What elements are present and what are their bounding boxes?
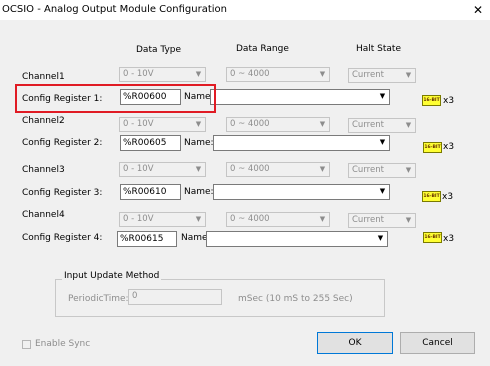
- channel-1-label: Channel1: [22, 72, 65, 82]
- chevron-down-icon: ▼: [405, 216, 412, 224]
- periodic-time-input[interactable]: 0: [128, 289, 222, 305]
- 16-bit-badge: 16-BIT: [423, 232, 442, 243]
- multiplier-1: x3: [443, 96, 455, 106]
- chevron-down-icon: ▼: [319, 215, 326, 223]
- chevron-down-icon: ▼: [405, 71, 412, 79]
- config-register-4-input[interactable]: %R00615: [117, 231, 177, 247]
- periodic-time-label: PeriodicTime:: [68, 294, 129, 304]
- enable-sync-label: Enable Sync: [35, 339, 91, 349]
- periodic-time-units: mSec (10 mS to 255 Sec): [238, 294, 353, 304]
- config-register-3-label: Config Register 3:: [22, 188, 103, 198]
- multiplier-4: x3: [443, 234, 455, 244]
- config-register-3-input[interactable]: %R00610: [120, 184, 181, 200]
- chevron-down-icon: ▼: [319, 165, 326, 173]
- chevron-down-icon: ▼: [319, 70, 326, 78]
- multiplier-3: x3: [442, 192, 454, 202]
- channel-4-halt-state-select[interactable]: Current ▼: [348, 213, 416, 228]
- chevron-down-icon: ▼: [195, 70, 202, 78]
- channel-1-data-range-select[interactable]: 0 ~ 4000 ▼: [226, 67, 330, 82]
- channel-1-halt-state-select[interactable]: Current ▼: [348, 68, 416, 83]
- config-register-2-label: Config Register 2:: [22, 138, 103, 148]
- name-2-select[interactable]: ▼: [213, 135, 390, 151]
- title-bar: OCSIO - Analog Output Module Configurati…: [0, 0, 490, 20]
- close-icon[interactable]: ✕: [471, 3, 485, 17]
- name-2-label: Name:: [184, 138, 214, 148]
- chevron-down-icon: ▼: [195, 120, 202, 128]
- channel-4-data-range-select[interactable]: 0 ~ 4000 ▼: [226, 212, 330, 227]
- channel-2-label: Channel2: [22, 116, 65, 126]
- channel-2-data-type-select[interactable]: 0 - 10V ▼: [119, 117, 206, 132]
- chevron-down-icon: ▼: [377, 234, 384, 242]
- channel-3-label: Channel3: [22, 165, 65, 175]
- channel-2-halt-state-select[interactable]: Current ▼: [348, 118, 416, 133]
- highlight-box: [15, 84, 216, 113]
- ok-button[interactable]: OK: [317, 332, 393, 354]
- chevron-down-icon: ▼: [379, 187, 386, 195]
- input-update-group-label: Input Update Method: [62, 271, 162, 281]
- channel-1-data-type-select[interactable]: 0 - 10V ▼: [119, 67, 206, 82]
- multiplier-2: x3: [443, 142, 455, 152]
- header-data-type: Data Type: [136, 45, 182, 55]
- channel-4-label: Channel4: [22, 210, 65, 220]
- 16-bit-badge: 16-BIT: [422, 191, 441, 202]
- name-4-select[interactable]: ▼: [206, 231, 388, 247]
- chevron-down-icon: ▼: [195, 165, 202, 173]
- chevron-down-icon: ▼: [405, 121, 412, 129]
- name-3-label: Name:: [184, 187, 214, 197]
- header-halt-state: Halt State: [356, 44, 401, 54]
- channel-3-data-type-select[interactable]: 0 - 10V ▼: [119, 162, 206, 177]
- chevron-down-icon: ▼: [379, 138, 386, 146]
- chevron-down-icon: ▼: [319, 120, 326, 128]
- channel-4-data-type-select[interactable]: 0 - 10V ▼: [119, 212, 206, 227]
- enable-sync-checkbox[interactable]: [22, 340, 31, 349]
- chevron-down-icon: ▼: [405, 166, 412, 174]
- name-3-select[interactable]: ▼: [213, 184, 390, 200]
- 16-bit-badge: 16-BIT: [422, 95, 441, 106]
- cancel-button[interactable]: Cancel: [400, 332, 475, 354]
- channel-2-data-range-select[interactable]: 0 ~ 4000 ▼: [226, 117, 330, 132]
- chevron-down-icon: ▼: [379, 92, 386, 100]
- config-register-4-label: Config Register 4:: [22, 233, 103, 243]
- config-register-2-input[interactable]: %R00605: [120, 135, 181, 151]
- name-1-select[interactable]: ▼: [210, 89, 390, 105]
- window-title: OCSIO - Analog Output Module Configurati…: [2, 4, 227, 15]
- channel-3-data-range-select[interactable]: 0 ~ 4000 ▼: [226, 162, 330, 177]
- 16-bit-badge: 16-BIT: [423, 142, 442, 153]
- header-data-range: Data Range: [236, 44, 289, 54]
- channel-3-halt-state-select[interactable]: Current ▼: [348, 163, 416, 178]
- chevron-down-icon: ▼: [195, 215, 202, 223]
